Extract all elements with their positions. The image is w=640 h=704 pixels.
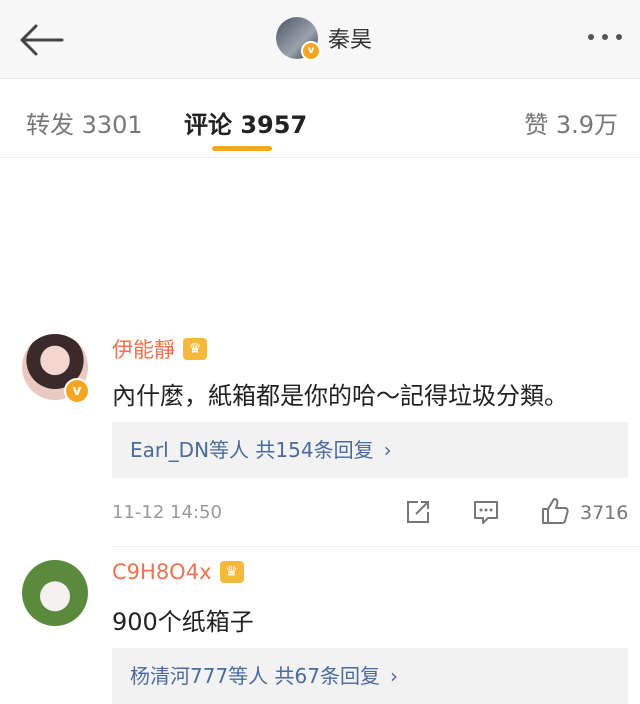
divider	[112, 546, 640, 547]
comment-time: 11-12 14:50	[112, 502, 222, 523]
comment-text: 內什麼，紙箱都是你的哈～記得垃圾分類。	[112, 382, 568, 410]
comment-icon[interactable]	[472, 498, 500, 526]
avatar[interactable]: v	[276, 17, 321, 61]
share-icon[interactable]	[404, 498, 432, 526]
verified-badge-icon: v	[64, 378, 90, 404]
comment-author[interactable]: C9H8O4x ♛	[112, 560, 244, 584]
profile-header[interactable]: v 秦昊	[276, 17, 373, 61]
crown-icon: ♛	[183, 338, 207, 360]
comment-text: 900个纸箱子	[112, 608, 254, 636]
verified-badge-icon: v	[301, 41, 321, 61]
reply-summary[interactable]: Earl_DN等人 共154条回复 ›	[112, 422, 628, 478]
active-tab-indicator	[212, 146, 272, 151]
top-bar: v 秦昊	[0, 0, 640, 79]
more-icon[interactable]	[588, 34, 622, 40]
back-arrow-icon[interactable]	[16, 22, 64, 58]
tab-repost[interactable]: 转发 3301	[26, 105, 143, 140]
reply-summary[interactable]: 杨清河777等人 共67条回复 ›	[112, 648, 628, 704]
tab-comment[interactable]: 评论 3957	[184, 105, 307, 140]
avatar[interactable]	[22, 560, 88, 626]
reply-summary-text: Earl_DN等人 共154条回复	[130, 438, 374, 462]
profile-name: 秦昊	[328, 28, 373, 53]
chevron-right-icon: ›	[389, 664, 398, 688]
comment-author[interactable]: 伊能靜 ♛	[112, 334, 207, 364]
chevron-right-icon: ›	[383, 438, 392, 462]
comment-author-name[interactable]: 伊能靜	[112, 334, 175, 364]
reply-summary-text: 杨清河777等人 共67条回复	[130, 664, 380, 688]
crown-icon: ♛	[219, 561, 244, 583]
like-count: 3716	[580, 502, 629, 524]
tab-like[interactable]: 赞 3.9万	[524, 105, 618, 140]
like-icon[interactable]	[540, 496, 570, 526]
comment-author-name[interactable]: C9H8O4x	[112, 560, 212, 584]
tab-bar: 转发 3301 评论 3957 赞 3.9万	[0, 79, 640, 158]
